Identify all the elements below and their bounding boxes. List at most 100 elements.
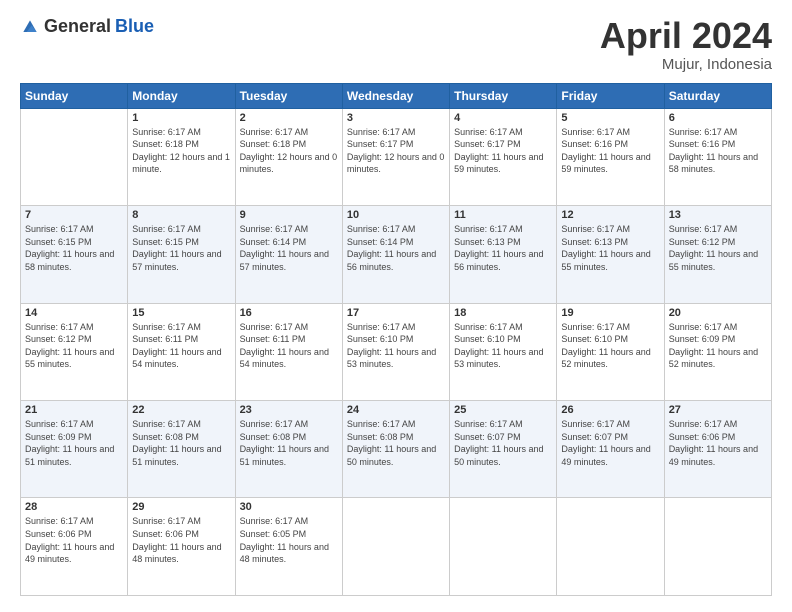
- calendar-cell: 26 Sunrise: 6:17 AM Sunset: 6:07 PM Dayli…: [557, 401, 664, 498]
- day-number: 12: [561, 209, 659, 221]
- calendar-table: SundayMondayTuesdayWednesdayThursdayFrid…: [20, 83, 772, 596]
- day-info: Sunrise: 6:17 AM Sunset: 6:05 PM Dayligh…: [240, 515, 338, 565]
- calendar-cell: [21, 108, 128, 205]
- day-info: Sunrise: 6:17 AM Sunset: 6:17 PM Dayligh…: [347, 126, 445, 176]
- calendar-cell: 23Sunrise: 6:17 AM Sunset: 6:08 PM Dayli…: [235, 401, 342, 498]
- calendar-cell: 17 Sunrise: 6:17 AM Sunset: 6:10 PM Dayli…: [342, 303, 449, 400]
- calendar-cell: 30 Sunrise: 6:17 AM Sunset: 6:05 PM Dayli…: [235, 498, 342, 596]
- title-location: Mujur, Indonesia: [600, 56, 772, 73]
- day-number: 25: [454, 404, 552, 416]
- logo: GeneralBlue: [20, 16, 154, 37]
- day-number: 16: [240, 307, 338, 319]
- day-info: Sunrise: 6:17 AM Sunset: 6:13 PM Dayligh…: [561, 223, 659, 273]
- day-info: Sunrise: 6:17 AM Sunset: 6:15 PM Dayligh…: [25, 223, 123, 273]
- calendar-cell: 28 Sunrise: 6:17 AM Sunset: 6:06 PM Dayli…: [21, 498, 128, 596]
- day-info: Sunrise: 6:17 AM Sunset: 6:12 PM Dayligh…: [25, 321, 123, 371]
- calendar-cell: [450, 498, 557, 596]
- calendar-header-tuesday: Tuesday: [235, 83, 342, 108]
- calendar-cell: 20Sunrise: 6:17 AM Sunset: 6:09 PM Dayli…: [664, 303, 771, 400]
- calendar-cell: 27 Sunrise: 6:17 AM Sunset: 6:06 PM Dayli…: [664, 401, 771, 498]
- day-number: 26: [561, 404, 659, 416]
- calendar-cell: 24Sunrise: 6:17 AM Sunset: 6:08 PM Dayli…: [342, 401, 449, 498]
- day-info: Sunrise: 6:17 AM Sunset: 6:07 PM Dayligh…: [561, 418, 659, 468]
- calendar-cell: 15 Sunrise: 6:17 AM Sunset: 6:11 PM Dayli…: [128, 303, 235, 400]
- day-number: 2: [240, 112, 338, 124]
- calendar-cell: 21 Sunrise: 6:17 AM Sunset: 6:09 PM Dayli…: [21, 401, 128, 498]
- day-number: 8: [132, 209, 230, 221]
- day-info: Sunrise: 6:17 AM Sunset: 6:06 PM Dayligh…: [669, 418, 767, 468]
- calendar-cell: 4 Sunrise: 6:17 AM Sunset: 6:17 PM Daylig…: [450, 108, 557, 205]
- day-number: 10: [347, 209, 445, 221]
- day-info: Sunrise: 6:17 AM Sunset: 6:13 PM Dayligh…: [454, 223, 552, 273]
- calendar-header-saturday: Saturday: [664, 83, 771, 108]
- day-number: 30: [240, 501, 338, 513]
- calendar-cell: 29 Sunrise: 6:17 AM Sunset: 6:06 PM Dayli…: [128, 498, 235, 596]
- calendar-cell: 12 Sunrise: 6:17 AM Sunset: 6:13 PM Dayli…: [557, 206, 664, 303]
- day-number: 21: [25, 404, 123, 416]
- day-info: Sunrise: 6:17 AM Sunset: 6:12 PM Dayligh…: [669, 223, 767, 273]
- day-number: 1: [132, 112, 230, 124]
- calendar-header-friday: Friday: [557, 83, 664, 108]
- day-info: Sunrise: 6:17 AM Sunset: 6:11 PM Dayligh…: [132, 321, 230, 371]
- day-info: Sunrise: 6:17 AM Sunset: 6:08 PM Dayligh…: [347, 418, 445, 468]
- day-info: Sunrise: 6:17 AM Sunset: 6:10 PM Dayligh…: [561, 321, 659, 371]
- day-info: Sunrise: 6:17 AM Sunset: 6:16 PM Dayligh…: [669, 126, 767, 176]
- calendar-cell: 22 Sunrise: 6:17 AM Sunset: 6:08 PM Dayli…: [128, 401, 235, 498]
- page: GeneralBlue April 2024 Mujur, Indonesia …: [0, 0, 792, 612]
- day-info: Sunrise: 6:17 AM Sunset: 6:17 PM Dayligh…: [454, 126, 552, 176]
- calendar-cell: 3 Sunrise: 6:17 AM Sunset: 6:17 PM Daylig…: [342, 108, 449, 205]
- logo-general: General: [44, 16, 111, 37]
- day-number: 9: [240, 209, 338, 221]
- day-info: Sunrise: 6:17 AM Sunset: 6:09 PM Dayligh…: [669, 321, 767, 371]
- calendar-cell: 13 Sunrise: 6:17 AM Sunset: 6:12 PM Dayli…: [664, 206, 771, 303]
- day-number: 3: [347, 112, 445, 124]
- calendar-week-row: 21 Sunrise: 6:17 AM Sunset: 6:09 PM Dayli…: [21, 401, 772, 498]
- day-number: 27: [669, 404, 767, 416]
- day-number: 23: [240, 404, 338, 416]
- day-number: 5: [561, 112, 659, 124]
- calendar-week-row: 14Sunrise: 6:17 AM Sunset: 6:12 PM Dayli…: [21, 303, 772, 400]
- day-number: 28: [25, 501, 123, 513]
- title-month: April 2024: [600, 16, 772, 56]
- calendar-header-thursday: Thursday: [450, 83, 557, 108]
- calendar-cell: 1Sunrise: 6:17 AM Sunset: 6:18 PM Daylig…: [128, 108, 235, 205]
- day-info: Sunrise: 6:17 AM Sunset: 6:11 PM Dayligh…: [240, 321, 338, 371]
- day-info: Sunrise: 6:17 AM Sunset: 6:16 PM Dayligh…: [561, 126, 659, 176]
- calendar-week-row: 28 Sunrise: 6:17 AM Sunset: 6:06 PM Dayli…: [21, 498, 772, 596]
- day-info: Sunrise: 6:17 AM Sunset: 6:15 PM Dayligh…: [132, 223, 230, 273]
- calendar-header-wednesday: Wednesday: [342, 83, 449, 108]
- calendar-header-sunday: Sunday: [21, 83, 128, 108]
- calendar-cell: [557, 498, 664, 596]
- day-info: Sunrise: 6:17 AM Sunset: 6:10 PM Dayligh…: [347, 321, 445, 371]
- day-number: 4: [454, 112, 552, 124]
- day-number: 29: [132, 501, 230, 513]
- day-number: 18: [454, 307, 552, 319]
- day-number: 15: [132, 307, 230, 319]
- day-info: Sunrise: 6:17 AM Sunset: 6:06 PM Dayligh…: [25, 515, 123, 565]
- calendar-cell: 5 Sunrise: 6:17 AM Sunset: 6:16 PM Daylig…: [557, 108, 664, 205]
- calendar-header-row: SundayMondayTuesdayWednesdayThursdayFrid…: [21, 83, 772, 108]
- calendar-cell: 10 Sunrise: 6:17 AM Sunset: 6:14 PM Dayli…: [342, 206, 449, 303]
- calendar-cell: 2Sunrise: 6:17 AM Sunset: 6:18 PM Daylig…: [235, 108, 342, 205]
- title-block: April 2024 Mujur, Indonesia: [600, 16, 772, 73]
- calendar-cell: 25 Sunrise: 6:17 AM Sunset: 6:07 PM Dayli…: [450, 401, 557, 498]
- day-number: 22: [132, 404, 230, 416]
- calendar-cell: 18Sunrise: 6:17 AM Sunset: 6:10 PM Dayli…: [450, 303, 557, 400]
- calendar-cell: 7Sunrise: 6:17 AM Sunset: 6:15 PM Daylig…: [21, 206, 128, 303]
- calendar-header-monday: Monday: [128, 83, 235, 108]
- calendar-cell: [342, 498, 449, 596]
- day-info: Sunrise: 6:17 AM Sunset: 6:08 PM Dayligh…: [132, 418, 230, 468]
- day-info: Sunrise: 6:17 AM Sunset: 6:07 PM Dayligh…: [454, 418, 552, 468]
- day-number: 13: [669, 209, 767, 221]
- day-number: 6: [669, 112, 767, 124]
- day-info: Sunrise: 6:17 AM Sunset: 6:09 PM Dayligh…: [25, 418, 123, 468]
- day-number: 19: [561, 307, 659, 319]
- calendar-cell: 8 Sunrise: 6:17 AM Sunset: 6:15 PM Daylig…: [128, 206, 235, 303]
- header: GeneralBlue April 2024 Mujur, Indonesia: [20, 16, 772, 73]
- day-number: 17: [347, 307, 445, 319]
- day-info: Sunrise: 6:17 AM Sunset: 6:14 PM Dayligh…: [347, 223, 445, 273]
- logo-icon: [20, 17, 40, 37]
- calendar-cell: 9Sunrise: 6:17 AM Sunset: 6:14 PM Daylig…: [235, 206, 342, 303]
- day-info: Sunrise: 6:17 AM Sunset: 6:06 PM Dayligh…: [132, 515, 230, 565]
- calendar-week-row: 7Sunrise: 6:17 AM Sunset: 6:15 PM Daylig…: [21, 206, 772, 303]
